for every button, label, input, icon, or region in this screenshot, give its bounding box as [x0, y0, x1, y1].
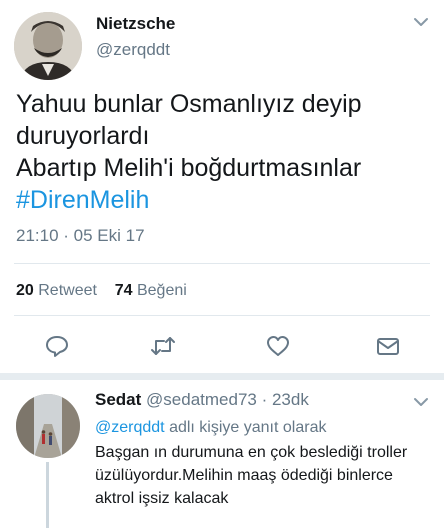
divider — [14, 263, 430, 264]
author-handle[interactable]: @zerqddt — [96, 40, 170, 60]
reply-text: Başgan ın durumuna en çok beslediği trol… — [95, 444, 408, 507]
author-avatar[interactable] — [14, 12, 82, 80]
reply-author-handle[interactable]: @sedatmed73 — [146, 390, 257, 409]
tweet-timestamp: 21:10 · 05 Eki 17 — [16, 226, 145, 245]
retweet-icon[interactable] — [150, 333, 176, 359]
like-label: Beğeni — [136, 282, 187, 299]
retweet-stat[interactable]: 20 Retweet — [16, 282, 97, 299]
reply-header: Sedat @sedatmed73 · 23dk — [95, 390, 309, 409]
reply-author-name[interactable]: Sedat — [95, 390, 141, 409]
reply-age[interactable]: 23dk — [272, 390, 309, 409]
reply-icon[interactable] — [44, 333, 70, 359]
like-icon[interactable] — [265, 333, 291, 359]
tweet-text: Yahuu bunlar Osmanlıyız deyip duruyorlar… — [16, 88, 436, 216]
engagement-stats: 20 Retweet 74 Beğeni — [16, 282, 187, 300]
hashtag-link[interactable]: #DirenMelih — [16, 184, 436, 216]
thread-line — [46, 462, 49, 528]
retweet-label: Retweet — [38, 282, 97, 299]
author-name[interactable]: Nietzsche — [96, 14, 175, 34]
divider — [14, 315, 430, 316]
tweet-text-line: Abartıp Melih'i boğdurtmasınlar — [16, 154, 362, 182]
street-photo-image — [16, 394, 80, 458]
tweet-text-line: Yahuu bunlar Osmanlıyız deyip — [16, 90, 362, 118]
portrait-image — [14, 12, 82, 80]
reply-author-avatar[interactable] — [16, 394, 80, 458]
like-count: 74 — [114, 282, 133, 299]
tweet-text-line: duruyorlardı — [16, 122, 150, 150]
like-stat[interactable]: 74 Beğeni — [115, 282, 187, 299]
replying-to: @zerqddt adlı kişiye yanıt olarak — [95, 419, 326, 437]
message-icon[interactable] — [375, 333, 401, 359]
replying-to-suffix: adlı kişiye yanıt olarak — [169, 419, 327, 436]
section-divider — [0, 373, 444, 380]
chevron-down-icon[interactable] — [411, 394, 431, 410]
replying-to-handle[interactable]: @zerqddt — [95, 419, 165, 436]
retweet-count: 20 — [16, 282, 34, 299]
chevron-down-icon[interactable] — [411, 14, 431, 30]
